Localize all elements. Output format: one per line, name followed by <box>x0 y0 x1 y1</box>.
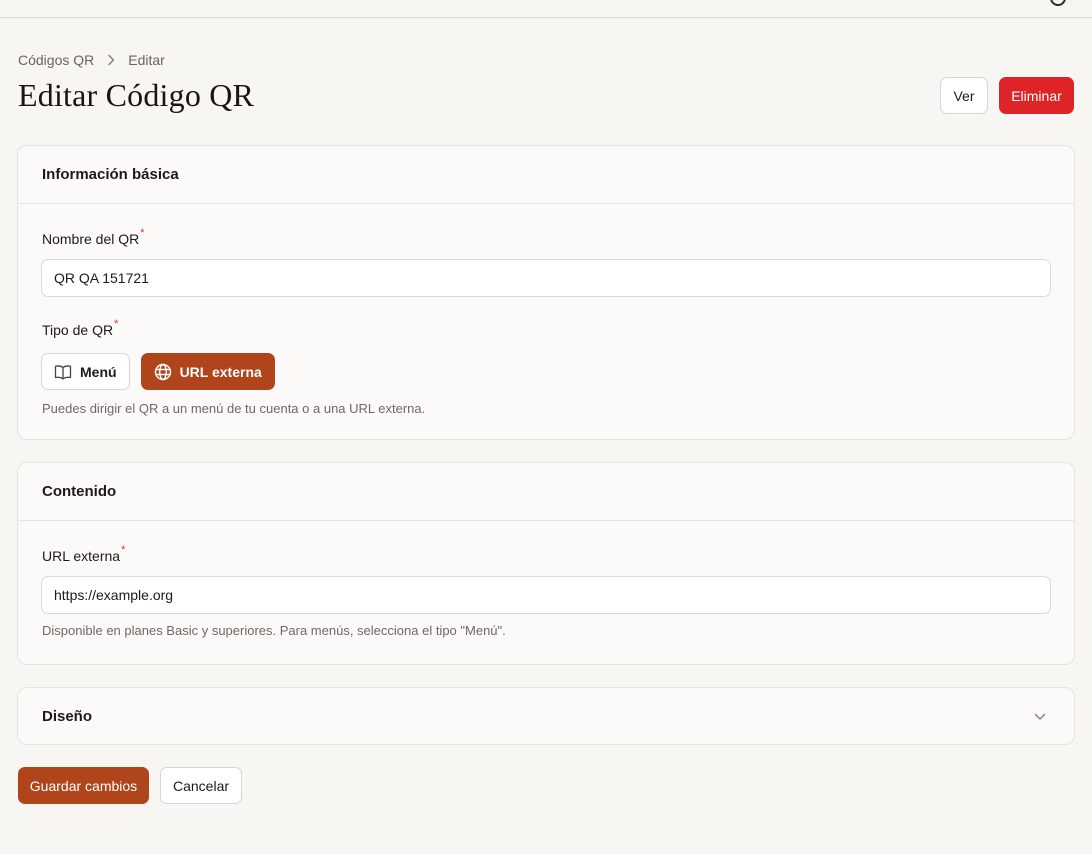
qr-name-input[interactable] <box>41 259 1051 297</box>
header-actions: Ver Eliminar <box>940 77 1074 114</box>
cancel-button[interactable]: Cancelar <box>160 767 242 804</box>
breadcrumb: Códigos QR Editar <box>18 51 165 69</box>
qr-type-label: Tipo de QR* <box>42 318 119 338</box>
basic-info-body: Nombre del QR* Tipo de QR* Menú URL exte… <box>18 204 1074 416</box>
section-divider <box>27 664 1065 665</box>
breadcrumb-current: Editar <box>128 52 165 68</box>
globe-icon <box>154 363 172 381</box>
section-divider <box>27 439 1065 440</box>
external-url-input[interactable] <box>41 576 1051 614</box>
qr-name-label: Nombre del QR* <box>42 227 145 247</box>
user-avatar[interactable] <box>1050 0 1066 6</box>
basic-info-card: Información básica Nombre del QR* Tipo d… <box>17 145 1075 440</box>
type-option-external-url[interactable]: URL externa <box>140 353 275 390</box>
qr-type-toggle: Menú URL externa <box>41 353 1050 390</box>
design-header[interactable]: Diseño <box>18 688 1074 745</box>
required-asterisk: * <box>121 544 126 556</box>
external-url-label: URL externa* <box>42 544 126 564</box>
delete-button[interactable]: Eliminar <box>999 77 1074 114</box>
chevron-down-icon[interactable] <box>1034 713 1046 721</box>
book-icon <box>54 364 72 380</box>
content-title: Contenido <box>42 483 117 500</box>
page-title: Editar Código QR <box>18 77 255 113</box>
chevron-right-icon <box>107 54 115 66</box>
basic-info-header: Información básica <box>18 146 1074 203</box>
external-url-help: Disponible en planes Basic y superiores.… <box>42 623 506 638</box>
save-button[interactable]: Guardar cambios <box>18 767 149 804</box>
qr-type-help: Puedes dirigir el QR a un menú de tu cue… <box>42 401 426 416</box>
type-option-menu-label: Menú <box>80 363 117 380</box>
view-button[interactable]: Ver <box>940 77 988 114</box>
content-body: URL externa* Disponible en planes Basic … <box>18 521 1074 638</box>
content-header: Contenido <box>18 463 1074 520</box>
required-asterisk: * <box>140 227 145 239</box>
design-card[interactable]: Diseño <box>17 687 1075 745</box>
breadcrumb-link-qr-codes[interactable]: Códigos QR <box>18 52 94 68</box>
design-title: Diseño <box>42 708 93 725</box>
form-actions: Guardar cambios Cancelar <box>18 767 242 804</box>
basic-info-title: Información básica <box>42 166 179 183</box>
type-option-external-url-label: URL externa <box>179 363 262 380</box>
top-bar <box>0 0 1092 18</box>
type-option-menu[interactable]: Menú <box>41 353 130 390</box>
content-card: Contenido URL externa* Disponible en pla… <box>17 462 1075 665</box>
required-asterisk: * <box>114 318 119 330</box>
